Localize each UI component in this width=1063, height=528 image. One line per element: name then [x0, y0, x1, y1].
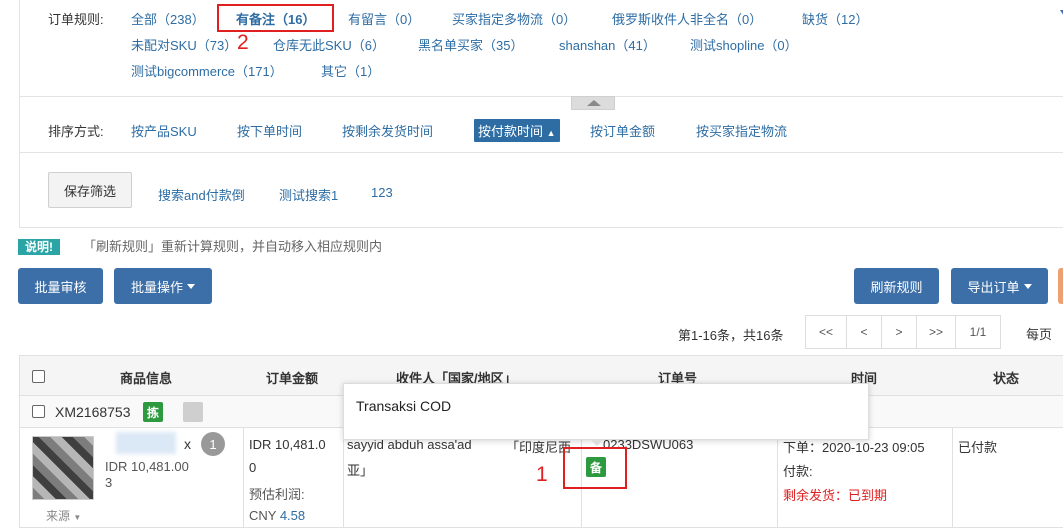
source-dropdown[interactable]: 来源 ▼	[46, 507, 81, 524]
quantity-badge: 1	[201, 432, 225, 456]
quantity-prefix: x	[184, 436, 191, 452]
amount-value-cont: 0	[249, 460, 257, 475]
remaining-ship-time: 剩余发货：已到期	[783, 488, 888, 503]
sort-by-amount[interactable]: 按订单金额	[590, 121, 655, 140]
rule-test-shopline[interactable]: 测试shopline（0）	[690, 35, 798, 54]
tooltip-arrow	[590, 439, 604, 446]
amount-value: IDR 10,481.0	[249, 437, 326, 452]
refresh-rules-button[interactable]: 刷新规则	[854, 268, 939, 304]
sort-by-remaining-ship[interactable]: 按剩余发货时间	[342, 121, 433, 140]
pick-tag: 拣	[143, 402, 163, 422]
remark-tooltip: Transaksi COD	[343, 383, 869, 440]
divider	[20, 152, 1063, 153]
rule-blacklist[interactable]: 黑名单买家（35）	[418, 35, 523, 54]
header-amount: 订单金额	[266, 371, 319, 386]
export-orders-button[interactable]: 导出订单	[951, 268, 1048, 304]
divider	[20, 96, 1063, 97]
sort-by-paid-time-label: 按付款时间	[478, 124, 544, 139]
annotation-number-1: 1	[536, 463, 548, 486]
rule-all[interactable]: 全部（238）	[131, 9, 205, 28]
rule-shanshan[interactable]: shanshan（41）	[559, 35, 656, 54]
batch-operations-button[interactable]: 批量操作	[114, 268, 212, 304]
rule-other[interactable]: 其它（1）	[321, 61, 380, 80]
annotation-number-2: 2	[237, 31, 249, 54]
caret-down-icon	[1023, 283, 1032, 289]
annotation-box-1	[563, 447, 627, 489]
column-divider	[777, 428, 778, 527]
rule-multi-logistics[interactable]: 买家指定多物流（0）	[452, 9, 576, 28]
sort-by-sku[interactable]: 按产品SKU	[131, 121, 197, 140]
per-page-label[interactable]: 每页	[1026, 324, 1052, 343]
product-sku-blurred	[116, 432, 176, 454]
source-label: 来源	[46, 509, 71, 523]
column-divider	[243, 428, 244, 527]
next-page-button[interactable]: >	[881, 315, 917, 349]
saved-filter-item[interactable]: 测试搜索1	[279, 185, 338, 204]
rule-has-message[interactable]: 有留言（0）	[348, 9, 420, 28]
page-indicator[interactable]: 1/1	[955, 315, 1001, 349]
profit-amount-link[interactable]: 4.58	[280, 508, 305, 523]
profit-value: CNY 4.58	[249, 508, 305, 523]
annotation-box-2	[217, 4, 334, 32]
export-orders-label: 导出订单	[967, 279, 1020, 295]
profit-currency: CNY	[249, 508, 280, 523]
more-button[interactable]	[1058, 268, 1063, 304]
first-page-button[interactable]: <<	[805, 315, 847, 349]
remark-tooltip-text: Transaksi COD	[356, 398, 452, 414]
product-extra: 3	[105, 475, 113, 490]
batch-audit-button[interactable]: 批量审核	[18, 268, 103, 304]
rule-test-bigcommerce[interactable]: 测试bigcommerce（171）	[131, 61, 283, 80]
rule-warehouse-no-sku[interactable]: 仓库无此SKU（6）	[273, 35, 385, 54]
sort-up-icon: ▲	[546, 128, 556, 138]
select-all-checkbox[interactable]	[32, 370, 45, 383]
last-page-button[interactable]: >>	[916, 315, 956, 349]
sort-label: 排序方式:	[48, 124, 104, 139]
header-status: 状态	[993, 371, 1020, 386]
pagination-info: 第1-16条，共16条	[678, 328, 784, 343]
saved-filter-item[interactable]: 搜索and付款倒	[158, 185, 245, 204]
group-checkbox[interactable]	[32, 405, 45, 418]
saved-filter-item[interactable]: 123	[371, 185, 393, 200]
rule-unmatched-sku[interactable]: 未配对SKU（73）	[131, 35, 237, 54]
pagination: << < > >> 1/1	[805, 315, 1001, 349]
product-thumbnail[interactable]	[32, 436, 94, 500]
sort-by-order-time[interactable]: 按下单时间	[237, 121, 302, 140]
header-product: 商品信息	[120, 371, 173, 386]
notice-badge: 说明!	[18, 239, 60, 255]
rule-out-of-stock[interactable]: 缺货（12）	[802, 9, 868, 28]
recipient-country-cont: 亚」	[347, 463, 374, 478]
filter-panel: 订单规则: 全部（238） 有备注（16） 有留言（0） 买家指定多物流（0） …	[19, 0, 1063, 228]
rule-russia-name[interactable]: 俄罗斯收件人非全名（0）	[612, 9, 762, 28]
sort-by-buyer-logistics[interactable]: 按买家指定物流	[696, 121, 787, 140]
profit-label: 预估利润:	[249, 487, 305, 502]
collapse-toggle[interactable]	[571, 96, 615, 110]
column-divider	[952, 428, 953, 527]
rules-label: 订单规则:	[48, 12, 104, 27]
batch-operations-label: 批量操作	[130, 279, 183, 295]
order-status: 已付款	[958, 440, 998, 455]
save-filter-button[interactable]: 保存筛选	[48, 172, 132, 208]
prev-page-button[interactable]: <	[846, 315, 882, 349]
column-divider	[343, 428, 344, 527]
order-table: 商品信息 订单金额 收件人「国家/地区」 订单号 时间 状态 XM2168753…	[19, 355, 1063, 528]
group-id-link[interactable]: XM2168753	[55, 404, 131, 420]
product-price: IDR 10,481.00	[105, 459, 189, 474]
empty-tag	[183, 402, 203, 422]
caret-down-icon	[187, 283, 195, 289]
notice-text: 「刷新规则」重新计算规则，并自动移入相应规则内	[83, 239, 383, 254]
paid-time: 付款:	[783, 464, 813, 479]
sort-by-paid-time[interactable]: 按付款时间 ▲	[474, 119, 560, 142]
